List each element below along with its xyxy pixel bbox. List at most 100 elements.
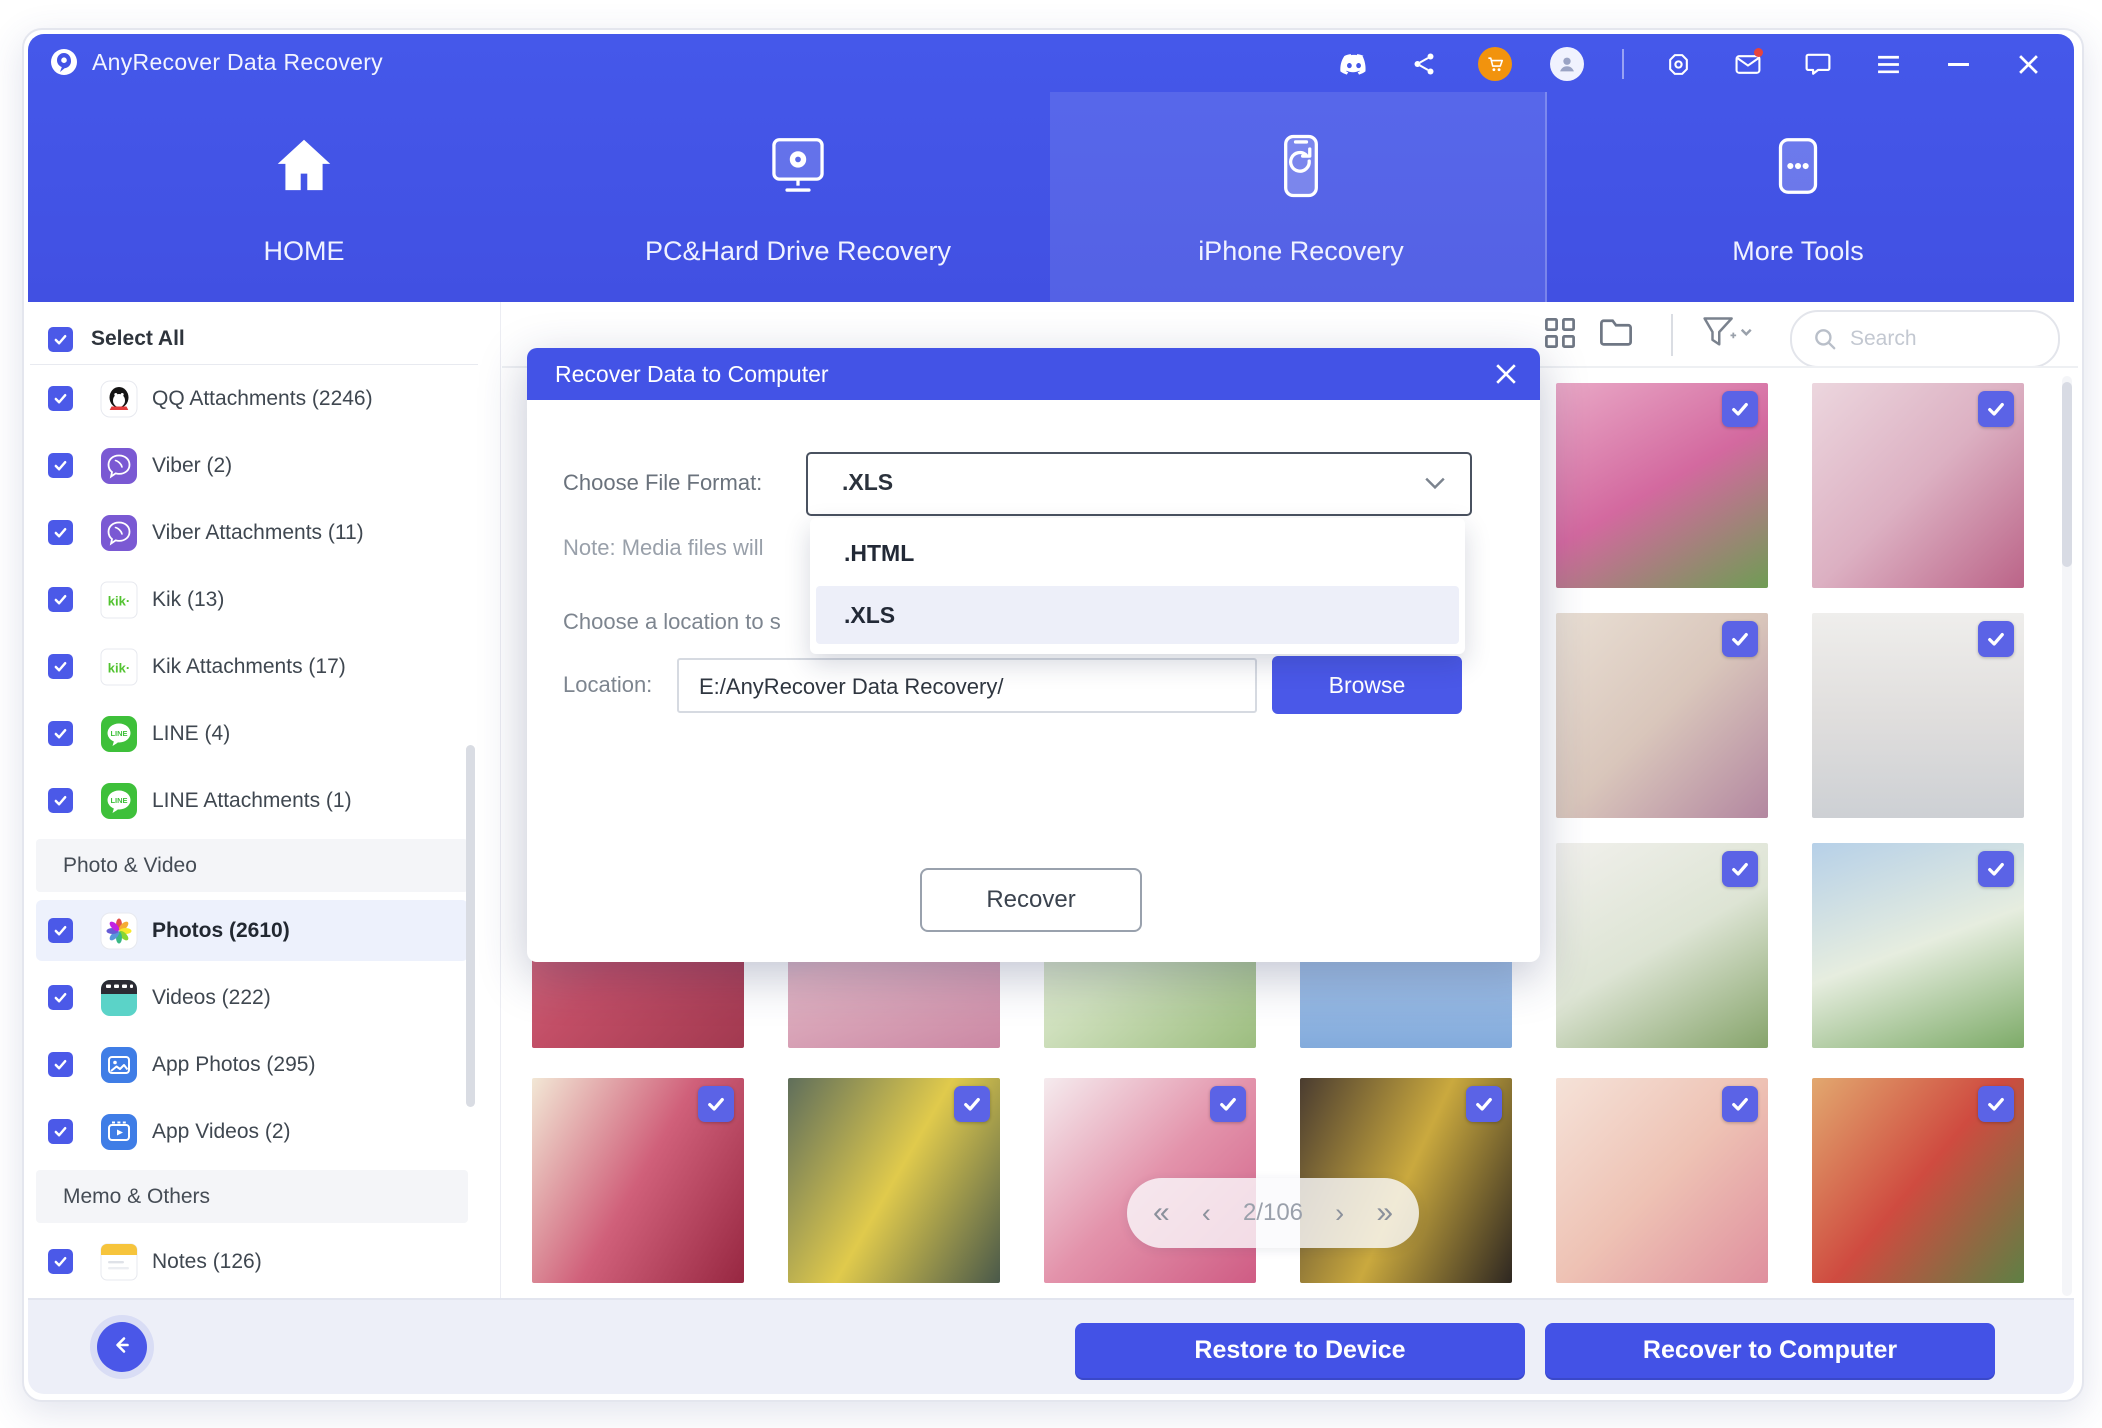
photo-thumbnail[interactable] xyxy=(1812,1078,2024,1283)
back-button[interactable] xyxy=(97,1322,147,1372)
menu-icon[interactable] xyxy=(1872,48,1904,80)
photo-thumbnail[interactable] xyxy=(1812,383,2024,588)
tab-iphone-recovery[interactable]: iPhone Recovery xyxy=(1101,92,1501,302)
photo-selected-checkbox[interactable] xyxy=(1722,851,1758,887)
section-header: Memo & Others xyxy=(30,1165,476,1228)
photo-selected-checkbox[interactable] xyxy=(1466,1086,1502,1122)
select-all-checkbox[interactable] xyxy=(48,327,73,352)
photo-thumbnail[interactable] xyxy=(1812,843,2024,1048)
list-item[interactable]: LINE LINE (4) xyxy=(30,700,476,767)
photo-selected-checkbox[interactable] xyxy=(1210,1086,1246,1122)
cart-icon[interactable] xyxy=(1478,47,1512,81)
photo-thumbnail[interactable] xyxy=(1556,383,1768,588)
photo-thumbnail[interactable] xyxy=(1812,613,2024,818)
viber-icon xyxy=(100,447,138,485)
photo-thumbnail[interactable] xyxy=(1556,613,1768,818)
line-icon: LINE xyxy=(100,782,138,820)
item-checkbox[interactable] xyxy=(48,721,73,746)
svg-text:LINE: LINE xyxy=(110,796,127,805)
next-page-icon[interactable]: › xyxy=(1335,1198,1344,1229)
settings-icon[interactable] xyxy=(1662,48,1694,80)
list-item[interactable]: Notes (126) xyxy=(30,1228,476,1293)
list-item[interactable]: kik· Kik Attachments (17) xyxy=(30,633,476,700)
item-checkbox[interactable] xyxy=(48,1249,73,1274)
item-checkbox[interactable] xyxy=(48,386,73,411)
photo-selected-checkbox[interactable] xyxy=(1978,1086,2014,1122)
filter-icon[interactable] xyxy=(1700,314,1752,355)
list-item[interactable]: Viber Attachments (11) xyxy=(30,499,476,566)
prev-page-icon[interactable]: ‹ xyxy=(1202,1198,1211,1229)
chevron-down-icon xyxy=(1424,476,1446,495)
item-checkbox[interactable] xyxy=(48,453,73,478)
dropdown-option-xls[interactable]: .XLS xyxy=(816,586,1459,644)
titlebar-icons xyxy=(1338,44,2044,84)
mail-icon[interactable] xyxy=(1732,48,1764,80)
qq-icon xyxy=(100,380,138,418)
item-checkbox[interactable] xyxy=(48,1052,73,1077)
photo-selected-checkbox[interactable] xyxy=(954,1086,990,1122)
photo-selected-checkbox[interactable] xyxy=(1722,391,1758,427)
dialog-title: Recover Data to Computer xyxy=(555,361,829,388)
item-checkbox[interactable] xyxy=(48,985,73,1010)
dropdown-option-html[interactable]: .HTML xyxy=(816,524,1459,582)
folder-view-icon[interactable] xyxy=(1598,316,1634,353)
item-checkbox[interactable] xyxy=(48,1119,73,1144)
nav-divider xyxy=(1545,92,1547,302)
search-input[interactable] xyxy=(1848,326,2042,352)
share-icon[interactable] xyxy=(1408,48,1440,80)
minimize-icon[interactable] xyxy=(1942,48,1974,80)
discord-icon[interactable] xyxy=(1338,48,1370,80)
list-item[interactable]: App Photos (295) xyxy=(30,1031,476,1098)
photo-selected-checkbox[interactable] xyxy=(1978,621,2014,657)
tab-pc-hard-drive-recovery[interactable]: PC&Hard Drive Recovery xyxy=(598,92,998,302)
photo-thumbnail[interactable] xyxy=(532,1078,744,1283)
list-item[interactable]: App Videos (2) xyxy=(30,1098,476,1165)
kik-icon: kik· xyxy=(100,648,138,686)
item-checkbox[interactable] xyxy=(48,918,73,943)
app-screenshot: « ‹ 2/106 › » AnyRecover Data Recovery xyxy=(0,0,2102,1428)
list-item[interactable]: Viber (2) xyxy=(30,432,476,499)
grid-view-icon[interactable] xyxy=(1543,316,1577,355)
select-all-row: Select All xyxy=(30,315,476,363)
photo-selected-checkbox[interactable] xyxy=(1978,851,2014,887)
sidebar-scrollbar-thumb[interactable] xyxy=(466,745,475,1107)
item-checkbox[interactable] xyxy=(48,587,73,612)
titlebar: AnyRecover Data Recovery xyxy=(28,34,2074,92)
first-page-icon[interactable]: « xyxy=(1153,1196,1170,1230)
list-item[interactable]: Videos (222) xyxy=(30,964,476,1031)
dialog-close-icon[interactable] xyxy=(1494,362,1518,386)
restore-to-device-button[interactable]: Restore to Device xyxy=(1075,1323,1525,1378)
list-item[interactable]: kik· Kik (13) xyxy=(30,566,476,633)
anyrecover-logo-icon xyxy=(48,46,80,78)
list-item[interactable]: LINE LINE Attachments (1) xyxy=(30,767,476,834)
account-icon[interactable] xyxy=(1550,47,1584,81)
close-icon[interactable] xyxy=(2012,48,2044,80)
browse-button[interactable]: Browse xyxy=(1272,656,1462,714)
tab-home[interactable]: HOME xyxy=(104,92,504,302)
item-checkbox[interactable] xyxy=(48,788,73,813)
photo-thumbnail[interactable] xyxy=(1556,843,1768,1048)
photo-selected-checkbox[interactable] xyxy=(698,1086,734,1122)
photo-thumbnail[interactable] xyxy=(788,1078,1000,1283)
svg-text:LINE: LINE xyxy=(110,729,127,738)
item-checkbox[interactable] xyxy=(48,520,73,545)
photo-selected-checkbox[interactable] xyxy=(1722,621,1758,657)
recover-button[interactable]: Recover xyxy=(920,868,1142,932)
location-input[interactable] xyxy=(679,660,1248,713)
mail-badge xyxy=(1754,48,1763,57)
search-icon xyxy=(1812,326,1838,352)
item-checkbox[interactable] xyxy=(48,654,73,679)
last-page-icon[interactable]: » xyxy=(1376,1196,1393,1230)
recover-to-computer-button[interactable]: Recover to Computer xyxy=(1545,1323,1995,1378)
note-text: Note: Media files will xyxy=(563,535,764,561)
file-format-select[interactable]: .XLS xyxy=(806,452,1472,516)
location-input-box xyxy=(677,658,1257,713)
list-item[interactable]: QQ Attachments (2246) xyxy=(30,365,476,432)
photo-selected-checkbox[interactable] xyxy=(1722,1086,1758,1122)
list-item[interactable]: Photos (2610) xyxy=(30,897,476,964)
tab-more-tools[interactable]: More Tools xyxy=(1598,92,1998,302)
photo-thumbnail[interactable] xyxy=(1556,1078,1768,1283)
feedback-icon[interactable] xyxy=(1802,48,1834,80)
grid-scrollbar-thumb[interactable] xyxy=(2062,382,2072,567)
photo-selected-checkbox[interactable] xyxy=(1978,391,2014,427)
